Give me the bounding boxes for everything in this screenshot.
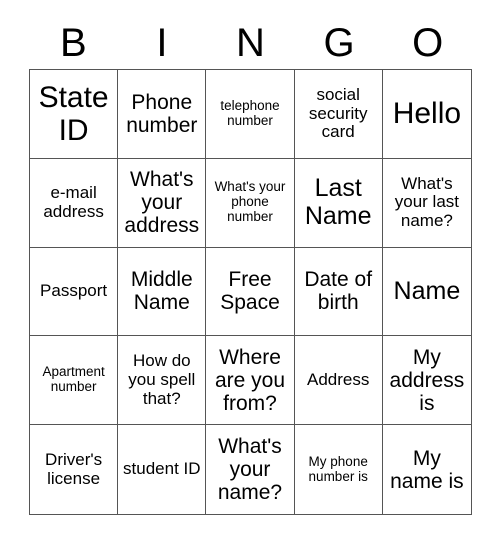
bingo-cell-label: e-mail address: [43, 183, 104, 221]
bingo-cell[interactable]: Driver's license: [30, 425, 119, 514]
bingo-cell-label: My name is: [390, 446, 464, 493]
bingo-cell[interactable]: My name is: [382, 425, 471, 514]
bingo-cell-label: What's your phone number: [214, 179, 286, 225]
bingo-cell-label: What's your address: [124, 168, 200, 238]
bingo-cell[interactable]: What's your name?: [206, 425, 295, 514]
bingo-header-row: BINGO: [29, 18, 472, 68]
bingo-cell[interactable]: Middle Name: [118, 247, 207, 337]
bingo-cell[interactable]: Name: [382, 247, 471, 337]
bingo-card: B I N G O State ID Phone number telephone numb…: [0, 0, 500, 544]
bingo-cell-label: student ID: [123, 459, 201, 479]
bingo-cell-label: Last Name: [304, 174, 372, 230]
bingo-cell[interactable]: Free Space: [206, 247, 295, 337]
bingo-cell[interactable]: State ID: [30, 70, 119, 159]
bingo-header-letter: B: [59, 21, 87, 65]
bingo-header-letter: G: [323, 21, 355, 65]
bingo-cell[interactable]: Address: [294, 336, 383, 426]
bingo-cell[interactable]: student ID: [118, 425, 207, 514]
bingo-cell[interactable]: What's your address: [118, 158, 207, 248]
bingo-cell-label: What's your last name?: [394, 173, 460, 231]
bingo-cell-label: Phone number: [126, 90, 198, 137]
bingo-grid: State ID Phone number telephone number soci…: [29, 69, 472, 515]
bingo-cell[interactable]: How do you spell that?: [118, 336, 207, 426]
bingo-cell-label: My address is: [389, 345, 465, 415]
bingo-header-letter: I: [156, 21, 168, 65]
bingo-cell[interactable]: Where are you from?: [206, 336, 295, 426]
bingo-cell-label: Date of birth: [304, 268, 373, 315]
bingo-cell[interactable]: Passport: [30, 247, 119, 337]
bingo-cell-label: What's your name?: [217, 434, 283, 505]
bingo-cell[interactable]: Phone number: [118, 70, 207, 159]
bingo-cell-label: Middle Name: [130, 268, 193, 315]
bingo-cell[interactable]: My address is: [382, 336, 471, 426]
bingo-cell-label: State ID: [38, 80, 109, 147]
bingo-cell[interactable]: What's your phone number: [206, 158, 295, 248]
bingo-header-letter: N: [236, 21, 265, 65]
bingo-cell-label: Free Space: [220, 268, 280, 315]
bingo-cell-label: How do you spell that?: [128, 351, 196, 408]
bingo-cell[interactable]: Date of birth: [294, 247, 383, 337]
bingo-cell-label: Passport: [40, 281, 108, 301]
bingo-cell[interactable]: telephone number: [206, 70, 295, 159]
bingo-cell[interactable]: e-mail address: [30, 158, 119, 248]
bingo-cell-label: Driver's license: [45, 449, 103, 488]
bingo-cell[interactable]: social security card: [294, 70, 383, 159]
bingo-cell[interactable]: Last Name: [294, 158, 383, 248]
bingo-cell-label: Name: [393, 276, 461, 305]
bingo-cell[interactable]: What's your last name?: [382, 158, 471, 248]
bingo-cell[interactable]: Apartment number: [30, 336, 119, 426]
bingo-cell-label: social security card: [308, 84, 368, 142]
bingo-cell[interactable]: My phone number is: [294, 425, 383, 514]
bingo-cell-label: telephone number: [220, 98, 280, 128]
bingo-cell-label: My phone number is: [308, 453, 368, 484]
bingo-header-letter: O: [412, 21, 444, 65]
bingo-cell-label: Address: [307, 369, 370, 389]
bingo-cell-label: Apartment number: [42, 364, 105, 395]
bingo-cell[interactable]: Hello: [382, 70, 471, 159]
bingo-cell-label: Hello: [392, 97, 462, 131]
bingo-cell-label: Where are you from?: [214, 345, 286, 415]
